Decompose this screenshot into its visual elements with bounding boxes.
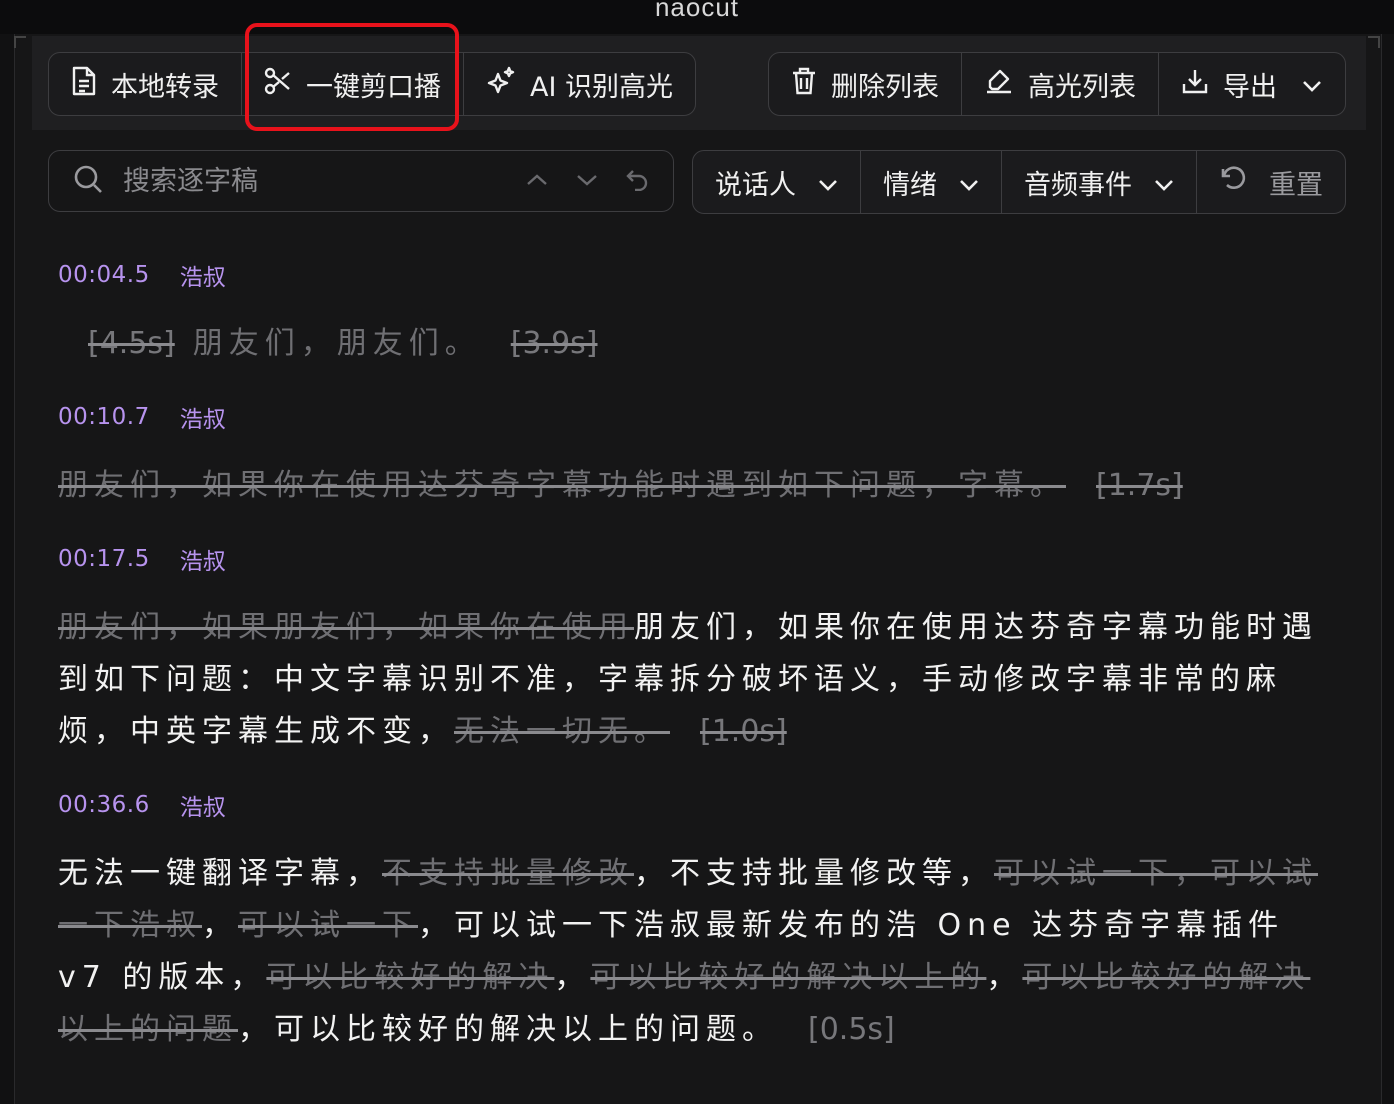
segment-timestamp[interactable]: 00:17.5 bbox=[58, 546, 150, 572]
speaker-filter-label: 说话人 bbox=[715, 169, 796, 201]
sparkle-icon bbox=[486, 66, 516, 103]
segment-text: 朋友们，如果朋友们，如果你在使用朋友们，如果你在使用达芬奇字幕功能时遇到如下问题… bbox=[58, 602, 1320, 758]
segment-speaker[interactable]: 浩叔 bbox=[180, 788, 226, 822]
segment-header: 00:04.5 浩叔 bbox=[58, 258, 1320, 292]
one-click-cut-button[interactable]: 一键剪口播 bbox=[242, 53, 464, 115]
corner-mark bbox=[14, 36, 26, 48]
emotion-filter[interactable]: 情绪 bbox=[861, 151, 1002, 213]
segment-header: 00:36.6 浩叔 bbox=[58, 788, 1320, 822]
highlighter-icon bbox=[984, 67, 1014, 102]
chevron-down-icon[interactable] bbox=[575, 172, 599, 191]
speaker-filter[interactable]: 说话人 bbox=[693, 151, 861, 213]
chevron-down-icon bbox=[1301, 69, 1323, 100]
filter-group: 说话人 情绪 音频事件 重置 bbox=[692, 150, 1346, 214]
export-button[interactable]: 导出 bbox=[1159, 53, 1345, 115]
audio-event-filter[interactable]: 音频事件 bbox=[1002, 151, 1197, 213]
ai-highlight-label: AI 识别高光 bbox=[530, 71, 674, 103]
segment-text: 无法一键翻译字幕，不支持批量修改，不支持批量修改等，可以试一下，可以试一下浩叔，… bbox=[58, 848, 1320, 1056]
local-transcribe-button[interactable]: 本地转录 bbox=[49, 53, 242, 115]
segment-speaker[interactable]: 浩叔 bbox=[180, 258, 226, 292]
segment-timestamp[interactable]: 00:36.6 bbox=[58, 792, 150, 818]
deleted-word[interactable]: 不支持批量修改 bbox=[382, 856, 634, 891]
pause-marker[interactable]: [4.5s] bbox=[88, 326, 175, 361]
reset-button[interactable]: 重置 bbox=[1197, 151, 1345, 213]
local-transcribe-label: 本地转录 bbox=[111, 71, 219, 103]
delete-list-label: 删除列表 bbox=[831, 71, 939, 103]
search-bar bbox=[48, 150, 674, 212]
transcript-segment: 00:04.5 浩叔 [4.5s] 朋友们，朋友们。 [3.9s] bbox=[58, 258, 1320, 370]
one-click-cut-label: 一键剪口播 bbox=[306, 71, 441, 103]
undo-icon[interactable] bbox=[625, 167, 649, 195]
segment-speaker[interactable]: 浩叔 bbox=[180, 542, 226, 576]
reset-icon bbox=[1219, 165, 1247, 200]
segment-speaker[interactable]: 浩叔 bbox=[180, 400, 226, 434]
deleted-word[interactable]: 朋友们，如果你在使用达芬奇字幕功能时遇到如下问题，字幕。 bbox=[58, 468, 1066, 503]
kept-word[interactable]: 朋友们，朋友们。 bbox=[193, 326, 481, 361]
transcript-list: 00:04.5 浩叔 [4.5s] 朋友们，朋友们。 [3.9s] 00:10.7 浩叔 朋友… bbox=[58, 258, 1320, 1086]
chevron-down-icon bbox=[1154, 167, 1174, 198]
left-toolbar-group: 本地转录 一键剪口播 AI 识别高光 bbox=[48, 52, 697, 116]
download-icon bbox=[1181, 67, 1209, 102]
pause-marker[interactable]: [3.9s] bbox=[511, 326, 598, 361]
segment-timestamp[interactable]: 00:04.5 bbox=[58, 262, 150, 288]
kept-word[interactable]: ，可以比较好的解决以上的问题。 bbox=[238, 1012, 778, 1047]
reset-label: 重置 bbox=[1269, 169, 1323, 201]
segment-text: [4.5s] 朋友们，朋友们。 [3.9s] bbox=[58, 318, 1320, 370]
deleted-word[interactable]: 无法一切无。 bbox=[454, 714, 670, 749]
segment-header: 00:17.5 浩叔 bbox=[58, 542, 1320, 576]
delete-list-button[interactable]: 删除列表 bbox=[769, 53, 962, 115]
kept-word[interactable]: ， bbox=[554, 960, 590, 995]
emotion-filter-label: 情绪 bbox=[883, 169, 937, 201]
segment-text: 朋友们，如果你在使用达芬奇字幕功能时遇到如下问题，字幕。 [1.7s] bbox=[58, 460, 1320, 512]
deleted-word[interactable]: 可以比较好的解决 bbox=[266, 960, 554, 995]
segment-timestamp[interactable]: 00:10.7 bbox=[58, 404, 150, 430]
kept-word[interactable]: ， bbox=[202, 908, 238, 943]
pause-marker[interactable]: [0.5s] bbox=[808, 1012, 895, 1047]
search-icon bbox=[73, 164, 103, 198]
deleted-word[interactable]: 朋友们，如果朋友们，如果你在使用 bbox=[58, 610, 634, 645]
highlight-list-label: 高光列表 bbox=[1028, 71, 1136, 103]
ai-highlight-button[interactable]: AI 识别高光 bbox=[464, 53, 695, 115]
deleted-word[interactable]: 可以比较好的解决以上的 bbox=[590, 960, 986, 995]
pause-marker[interactable]: [1.0s] bbox=[700, 714, 787, 749]
chevron-up-icon[interactable] bbox=[525, 172, 549, 191]
pause-marker[interactable]: [1.7s] bbox=[1096, 468, 1183, 503]
audio-event-filter-label: 音频事件 bbox=[1024, 169, 1132, 201]
export-label: 导出 bbox=[1223, 71, 1277, 103]
kept-word[interactable]: ，不支持批量修改等， bbox=[634, 856, 994, 891]
kept-word[interactable]: 无法一键翻译字幕， bbox=[58, 856, 382, 891]
app-title: naocut bbox=[654, 0, 740, 22]
corner-mark bbox=[1368, 36, 1380, 48]
deleted-word[interactable]: 可以试一下 bbox=[238, 908, 418, 943]
trash-icon bbox=[791, 66, 817, 103]
chevron-down-icon bbox=[959, 167, 979, 198]
transcript-segment: 00:17.5 浩叔朋友们，如果朋友们，如果你在使用朋友们，如果你在使用达芬奇字幕… bbox=[58, 542, 1320, 758]
scissors-icon bbox=[264, 67, 292, 102]
transcript-segment: 00:10.7 浩叔朋友们，如果你在使用达芬奇字幕功能时遇到如下问题，字幕。 [1.… bbox=[58, 400, 1320, 512]
search-input[interactable] bbox=[121, 164, 507, 198]
highlight-list-button[interactable]: 高光列表 bbox=[962, 53, 1159, 115]
kept-word[interactable]: ， bbox=[986, 960, 1022, 995]
right-toolbar-group: 删除列表 高光列表 导出 bbox=[768, 52, 1346, 116]
chevron-down-icon bbox=[818, 167, 838, 198]
document-icon bbox=[71, 66, 97, 103]
title-bar: naocut bbox=[0, 0, 1394, 34]
transcript-segment: 00:36.6 浩叔无法一键翻译字幕，不支持批量修改，不支持批量修改等， 可以试一下… bbox=[58, 788, 1320, 1056]
segment-header: 00:10.7 浩叔 bbox=[58, 400, 1320, 434]
